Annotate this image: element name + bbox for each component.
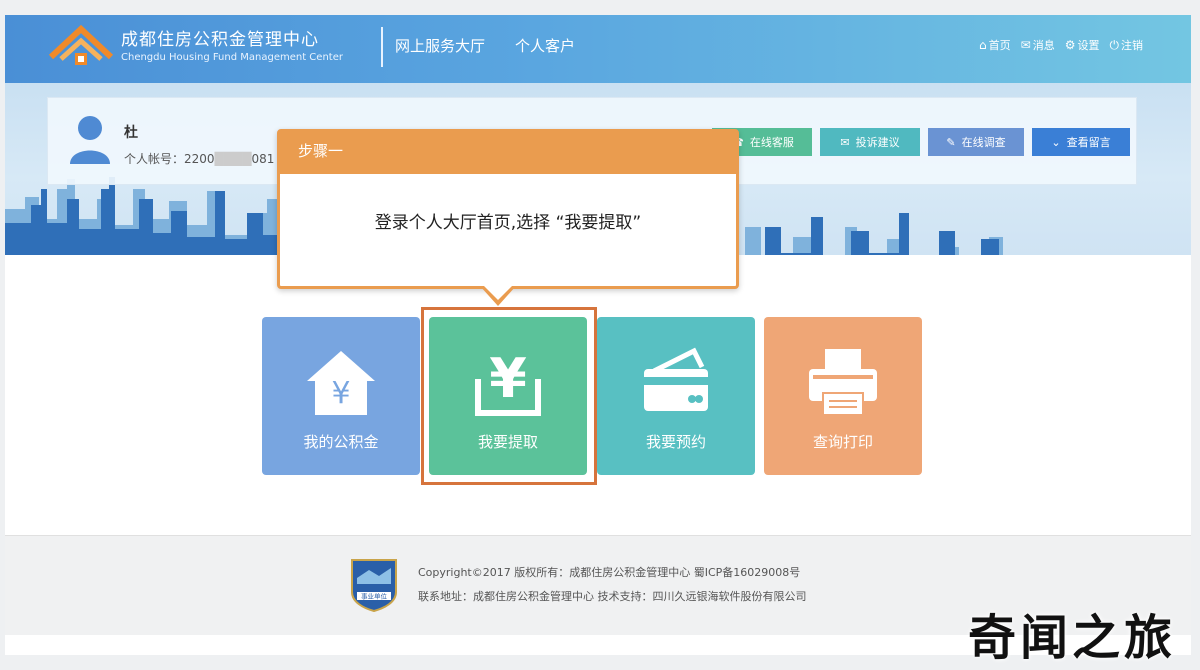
settings-link[interactable]: ⚙ 设置	[1065, 37, 1100, 53]
copyright-text: Copyright©2017 版权所有：成都住房公积金管理中心 蜀ICP备160…	[418, 566, 801, 579]
view-messages-button[interactable]: ⌄ 查看留言	[1032, 128, 1130, 156]
public-institution-seal-icon: 事业单位	[351, 559, 397, 612]
messages-link-label: 消息	[1032, 39, 1055, 52]
home-link-label: 首页	[988, 39, 1011, 52]
settings-link-label: 设置	[1077, 39, 1100, 52]
top-header: 成都住房公积金管理中心 Chengdu Housing Fund Managem…	[5, 15, 1191, 83]
svg-text:事业单位: 事业单位	[361, 592, 388, 601]
complaint-label: 投诉建议	[855, 136, 900, 149]
tile-appointment[interactable]: 我要预约	[597, 317, 755, 475]
logout-link[interactable]: ⏻ 注销	[1110, 37, 1144, 53]
complaint-button[interactable]: ✉ 投诉建议	[820, 128, 920, 156]
home-link[interactable]: ⌂ 首页	[979, 37, 1011, 53]
edit-icon: ✎	[946, 135, 956, 149]
mail-icon: ✉	[1020, 38, 1031, 52]
house-yuan-icon: ¥	[307, 351, 375, 415]
step-callout: 步骤一 登录个人大厅首页,选择 “我要提取”	[277, 129, 739, 306]
user-name: 杜	[124, 125, 138, 141]
callout-text: 登录个人大厅首页,选择 “我要提取”	[374, 213, 642, 233]
envelope-icon: ✉	[840, 135, 850, 149]
withdraw-highlight-frame	[421, 307, 597, 485]
online-survey-label: 在线调查	[961, 136, 1006, 149]
nav-online-hall[interactable]: 网上服务大厅	[395, 35, 485, 56]
messages-link[interactable]: ✉ 消息	[1021, 37, 1055, 53]
online-service-label: 在线客服	[749, 136, 794, 149]
svg-text:¥: ¥	[331, 376, 350, 411]
online-survey-button[interactable]: ✎ 在线调查	[928, 128, 1024, 156]
tile-my-fund-label: 我的公积金	[303, 433, 379, 451]
printer-icon	[809, 349, 877, 416]
watermark-text: 奇闻之旅	[967, 610, 1176, 666]
tile-query-print[interactable]: 查询打印	[764, 317, 922, 475]
user-account: 个人帐号：2200████081	[124, 152, 275, 166]
brand-name-en: Chengdu Housing Fund Management Center	[121, 52, 343, 63]
chevron-down-icon: ⌄	[1051, 135, 1061, 149]
gear-icon: ⚙	[1064, 38, 1076, 52]
brand-name-cn: 成都住房公积金管理中心	[121, 30, 319, 50]
housing-logo-icon	[48, 24, 114, 65]
callout-pointer-inner	[483, 285, 513, 300]
logout-link-label: 注销	[1121, 39, 1143, 52]
home-icon: ⌂	[979, 38, 987, 52]
header-divider	[381, 27, 383, 67]
address-text: 联系地址：成都住房公积金管理中心 技术支持：四川久远银海软件股份有限公司	[418, 590, 807, 603]
callout-title: 步骤一	[280, 132, 736, 174]
tile-query-print-label: 查询打印	[812, 433, 873, 451]
user-account-prefix: 个人帐号：2200	[124, 152, 215, 166]
tile-appointment-label: 我要预约	[645, 433, 706, 451]
tile-my-fund[interactable]: ¥ 我的公积金	[262, 317, 420, 475]
header-links: ⌂ 首页 ✉ 消息 ⚙ 设置 ⏻ 注销	[979, 37, 1143, 53]
logout-icon: ⏻	[1109, 37, 1120, 52]
nav-personal-customer[interactable]: 个人客户	[515, 35, 575, 56]
user-account-tail: 081	[251, 152, 275, 166]
card-icon	[644, 347, 708, 411]
view-messages-label: 查看留言	[1066, 136, 1111, 149]
portal-frame: 成都住房公积金管理中心 Chengdu Housing Fund Managem…	[5, 15, 1191, 655]
avatar-icon	[70, 116, 110, 164]
